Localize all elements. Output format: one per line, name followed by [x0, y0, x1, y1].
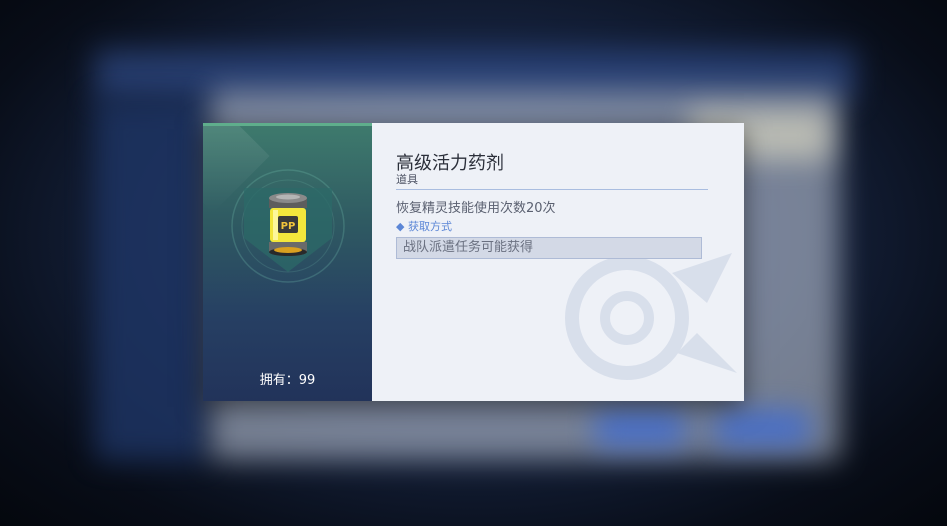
pp-potion-icon: PP [269, 193, 307, 256]
pp-icon-label: PP [281, 221, 296, 232]
source-entry: 战队派遣任务可能获得 [396, 237, 702, 259]
owned-count: 拥有：99 [259, 373, 316, 388]
item-info-panel: 高级活力药剂 道具 恢复精灵技能使用次数20次 ◆ 获取方式 战队派遣任务可能获… [372, 123, 744, 401]
item-emblem: PP [231, 169, 345, 283]
source-header: ◆ 获取方式 [396, 220, 452, 233]
blurred-background-button [715, 410, 810, 446]
item-detail-dialog[interactable]: PP 拥有：99 高级活力药剂 道具 恢复精灵技能使用次数20次 ◆ 获取方式 … [203, 123, 744, 401]
item-icon-panel: PP 拥有：99 [203, 123, 372, 401]
item-description: 恢复精灵技能使用次数20次 [396, 201, 556, 216]
blurred-background-button [595, 410, 685, 446]
game-screen: PP 拥有：99 高级活力药剂 道具 恢复精灵技能使用次数20次 ◆ 获取方式 … [0, 0, 947, 526]
title-divider [396, 189, 708, 190]
blurred-side-bar [95, 100, 205, 460]
item-category: 道具 [396, 173, 418, 186]
